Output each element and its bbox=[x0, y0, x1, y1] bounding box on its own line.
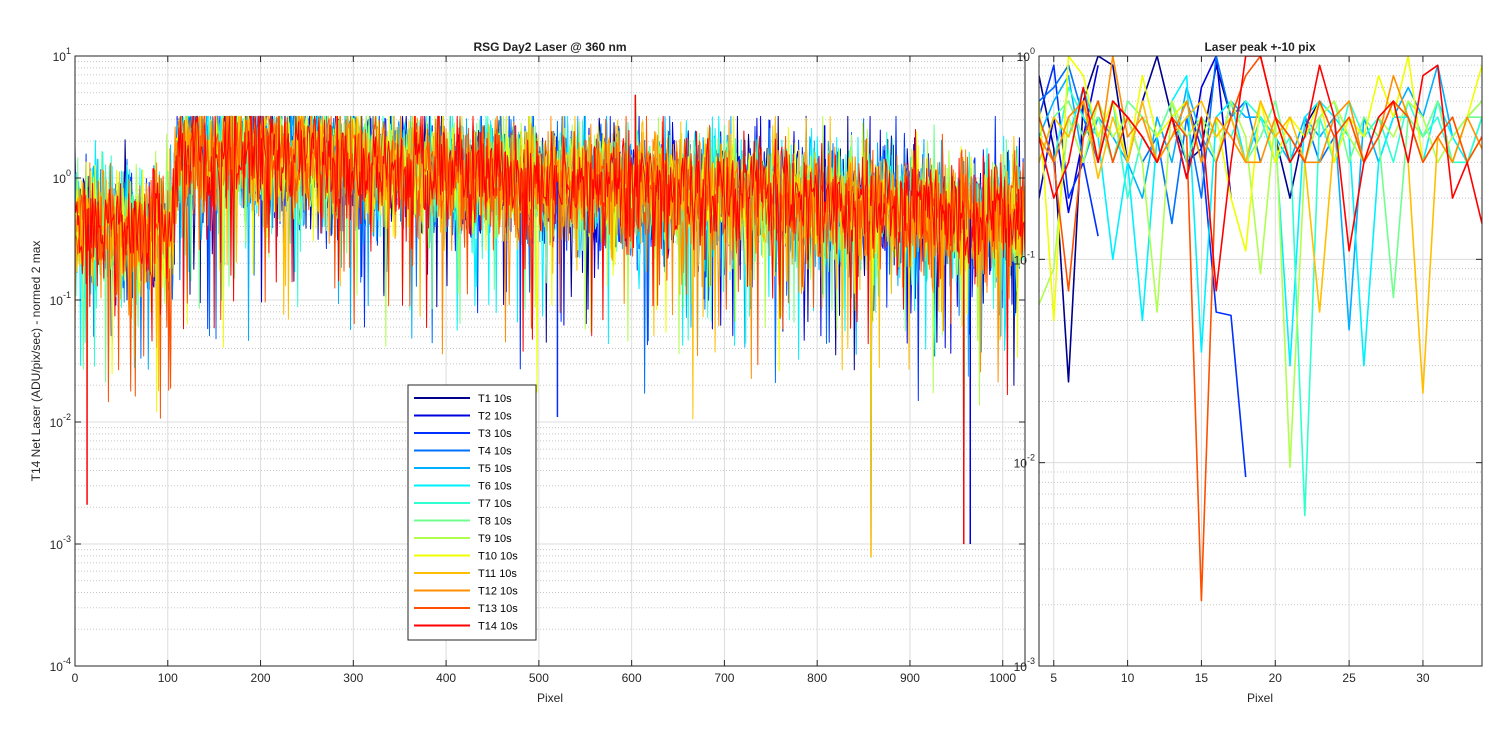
legend: T1 10s T2 10s T3 10s T4 10s T5 10s T6 10s T7 1… bbox=[407, 384, 537, 641]
right-x-tick-label: 20 bbox=[1269, 671, 1283, 685]
left-y-tick-exponent: 1 bbox=[66, 46, 71, 56]
figure: 10-410-310-210-11001010 100 200 300 400 500 60… bbox=[0, 0, 1500, 750]
right-y-tick-exponent: -3 bbox=[1027, 656, 1035, 666]
left-y-tick-exponent: 0 bbox=[66, 168, 71, 178]
legend-label-1: T1 10s bbox=[478, 393, 512, 405]
legend-label-12: T12 10s bbox=[478, 586, 518, 598]
right-y-tick-exponent: -1 bbox=[1027, 249, 1035, 259]
left-y-tick-base: 10 bbox=[53, 50, 67, 64]
legend-label-10: T10 10s bbox=[478, 551, 518, 563]
legend-label-7: T7 10s bbox=[478, 498, 512, 510]
right-y-tick-exponent: -2 bbox=[1027, 453, 1035, 463]
left-x-tick-label: 100 bbox=[158, 671, 178, 685]
legend-label-14: T14 10s bbox=[478, 621, 518, 633]
left-x-tick-label: 500 bbox=[529, 671, 549, 685]
right-y-tick-base: 10 bbox=[1017, 50, 1031, 64]
right-x-tick-label: 5 bbox=[1050, 671, 1057, 685]
left-y-tick-exponent: -4 bbox=[63, 656, 71, 666]
legend-box bbox=[407, 384, 537, 641]
right-x-tick-label: 15 bbox=[1195, 671, 1209, 685]
left-y-tick-base: 10 bbox=[53, 172, 67, 186]
right-x-axis-label: Pixel bbox=[1247, 691, 1273, 705]
left-chart: 10-410-310-210-11001010 100 200 300 400 500 60… bbox=[29, 40, 1026, 705]
left-x-tick-label: 700 bbox=[714, 671, 734, 685]
left-x-axis-label: Pixel bbox=[537, 691, 563, 705]
left-y-tick-base: 10 bbox=[50, 538, 64, 552]
legend-label-2: T2 10s bbox=[478, 411, 512, 423]
right-chart-title: Laser peak +-10 pix bbox=[1204, 40, 1315, 54]
legend-label-13: T13 10s bbox=[478, 603, 518, 615]
left-y-tick-base: 10 bbox=[50, 416, 64, 430]
right-x-tick-label: 25 bbox=[1342, 671, 1356, 685]
right-y-tick-base: 10 bbox=[1014, 457, 1028, 471]
left-x-tick-label: 0 bbox=[72, 671, 79, 685]
legend-label-6: T6 10s bbox=[478, 481, 512, 493]
left-chart-title: RSG Day2 Laser @ 360 nm bbox=[473, 40, 626, 54]
right-y-tick-base: 10 bbox=[1014, 253, 1028, 267]
left-x-tick-label: 200 bbox=[251, 671, 271, 685]
left-x-tick-label: 900 bbox=[900, 671, 920, 685]
left-y-tick-exponent: -2 bbox=[63, 412, 71, 422]
legend-label-11: T11 10s bbox=[478, 568, 517, 580]
legend-label-8: T8 10s bbox=[478, 516, 512, 528]
legend-label-3: T3 10s bbox=[478, 428, 512, 440]
right-chart: 10-310-210-11005 10 15 20 25 30 Laser peak +-… bbox=[1014, 40, 1483, 705]
left-y-axis-label: T14 Net Laser (ADU/pix/sec) - normed 2 m… bbox=[29, 241, 43, 482]
left-y-tick-exponent: -3 bbox=[63, 534, 71, 544]
right-x-tick-label: 30 bbox=[1416, 671, 1430, 685]
left-x-tick-label: 400 bbox=[436, 671, 456, 685]
left-x-tick-label: 600 bbox=[622, 671, 642, 685]
right-y-tick-base: 10 bbox=[1014, 660, 1028, 674]
left-y-tick-base: 10 bbox=[50, 294, 64, 308]
left-x-tick-label: 1000 bbox=[989, 671, 1016, 685]
left-x-tick-label: 300 bbox=[343, 671, 363, 685]
right-x-tick-label: 10 bbox=[1121, 671, 1135, 685]
left-y-tick-exponent: -1 bbox=[63, 290, 71, 300]
left-y-tick-base: 10 bbox=[50, 660, 64, 674]
legend-label-4: T4 10s bbox=[478, 446, 512, 458]
left-x-tick-label: 800 bbox=[807, 671, 827, 685]
legend-label-5: T5 10s bbox=[478, 463, 512, 475]
right-y-tick-exponent: 0 bbox=[1030, 46, 1035, 56]
legend-label-9: T9 10s bbox=[478, 533, 512, 545]
